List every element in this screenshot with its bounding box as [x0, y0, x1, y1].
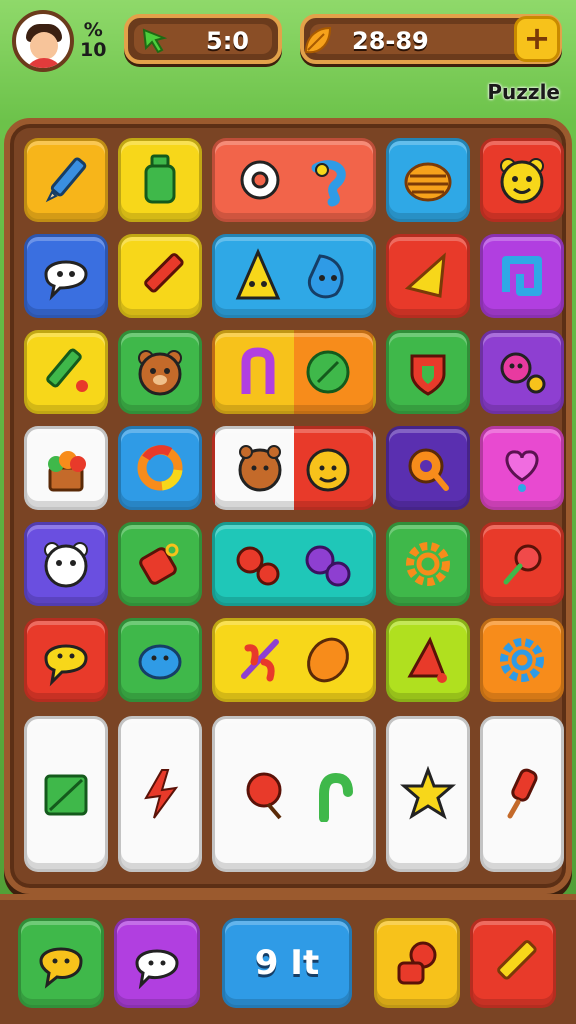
- cone-creatures-icon: [235, 248, 344, 300]
- tile-gear-blue[interactable]: [480, 618, 564, 702]
- tile-lightning[interactable]: [118, 716, 202, 872]
- cat-face-icon: [39, 947, 83, 989]
- lollipop-icon: [503, 544, 542, 585]
- plus-icon: +: [523, 19, 551, 57]
- ring-icon: [137, 445, 183, 491]
- pencil-icon: [45, 157, 87, 203]
- tile-slash-and-seed[interactable]: [212, 618, 376, 702]
- flower-pair-icon: [240, 160, 346, 207]
- star-icon: [400, 766, 456, 820]
- mode-label: Puzzle: [487, 80, 560, 104]
- tile-bear-face-white[interactable]: [24, 522, 108, 606]
- gear-pair-icon: [236, 545, 351, 587]
- tile-shield[interactable]: [386, 330, 470, 414]
- timer-value: 5:0: [206, 27, 249, 55]
- tile-gear[interactable]: [386, 522, 470, 606]
- completion-indicator: % 10: [80, 20, 106, 60]
- tray-item-number-blocks[interactable]: 9 It: [222, 918, 352, 1008]
- tile-turtle[interactable]: [118, 618, 202, 702]
- add-currency-button[interactable]: +: [514, 16, 560, 62]
- tile-ring[interactable]: [118, 426, 202, 510]
- tile-lollipop[interactable]: [480, 522, 564, 606]
- lightning-icon: [144, 769, 179, 819]
- percent-symbol: %: [83, 19, 103, 41]
- tile-heart-balloon[interactable]: [480, 426, 564, 510]
- turtle-icon: [138, 644, 182, 680]
- orange-leaf-icon: [304, 26, 332, 54]
- horn-red-icon: [407, 636, 447, 683]
- timer-panel: 5:0: [124, 14, 282, 64]
- bottle-icon: [144, 154, 176, 204]
- gear-icon: [406, 542, 450, 586]
- robot-icon: [397, 941, 437, 985]
- currency-panel: 28-89 +: [300, 14, 562, 64]
- number-blocks-label: 9 It: [254, 943, 320, 983]
- tile-flower-pair[interactable]: [212, 138, 376, 222]
- tile-bear-pair[interactable]: [212, 426, 376, 510]
- whistle-icon: [408, 448, 449, 491]
- top-hud: % 10 5:0 28-89 + Puzzle: [0, 0, 576, 110]
- letter-and-leaf-icon: [241, 347, 350, 394]
- square-link-icon: [502, 256, 542, 296]
- speech-bubble-icon: [44, 644, 88, 687]
- cupcake-icon: [48, 451, 86, 492]
- tile-horn[interactable]: [386, 234, 470, 318]
- horn-icon: [404, 252, 446, 298]
- tile-bear-face-green[interactable]: [118, 330, 202, 414]
- tile-gear-pair[interactable]: [212, 522, 376, 606]
- ice-pop-icon: [507, 768, 538, 819]
- beehive-icon: [404, 162, 452, 202]
- tile-square-link[interactable]: [480, 234, 564, 318]
- tile-pencil[interactable]: [24, 138, 108, 222]
- tile-purple-critters[interactable]: [480, 330, 564, 414]
- tile-ice-pop[interactable]: [480, 716, 564, 872]
- tray-item-ghost[interactable]: [114, 918, 200, 1008]
- tile-speech-bubble[interactable]: [24, 618, 108, 702]
- purple-critters-icon: [500, 352, 546, 394]
- tile-green-pencil[interactable]: [24, 330, 108, 414]
- lollipop-and-hook-icon: [246, 772, 353, 822]
- tile-whistle[interactable]: [386, 426, 470, 510]
- tray-item-robot[interactable]: [374, 918, 460, 1008]
- tag-icon: [139, 543, 179, 585]
- tile-ghost-face[interactable]: [24, 234, 108, 318]
- item-tray: 9 It: [0, 894, 576, 1024]
- bear-face-icon: [500, 158, 544, 204]
- percent-value: 10: [80, 39, 107, 61]
- white-bear-icon: [44, 542, 88, 588]
- tile-leaf-box[interactable]: [24, 716, 108, 872]
- crayon-icon: [497, 940, 537, 980]
- slash-and-seed-icon: [241, 637, 349, 683]
- player-avatar[interactable]: [12, 10, 74, 72]
- leaf-box-icon: [44, 774, 88, 816]
- tile-cupcake[interactable]: [24, 426, 108, 510]
- heart-balloon-icon: [505, 450, 539, 492]
- green-pencil-icon: [46, 348, 88, 392]
- ghost-face-icon: [44, 260, 88, 301]
- green-arrow-icon: [142, 28, 168, 54]
- currency-value: 28-89: [352, 27, 429, 55]
- puzzle-board: [4, 118, 572, 894]
- ghost-icon: [135, 949, 179, 990]
- tile-lollipop-and-hook[interactable]: [212, 716, 376, 872]
- tile-cone-creatures[interactable]: [212, 234, 376, 318]
- tile-letter-and-leaf[interactable]: [212, 330, 376, 414]
- blue-gear-icon: [500, 638, 544, 682]
- tray-item-cat-face[interactable]: [18, 918, 104, 1008]
- tile-horn-red[interactable]: [386, 618, 470, 702]
- tile-red-pencil[interactable]: [118, 234, 202, 318]
- red-pencil-icon: [144, 253, 184, 293]
- tile-bear-face[interactable]: [480, 138, 564, 222]
- tray-item-crayon[interactable]: [470, 918, 556, 1008]
- tile-tag[interactable]: [118, 522, 202, 606]
- bear-pair-icon: [238, 445, 350, 492]
- tile-star[interactable]: [386, 716, 470, 872]
- shield-icon: [410, 354, 446, 396]
- tile-beehive[interactable]: [386, 138, 470, 222]
- tile-bottle[interactable]: [118, 138, 202, 222]
- bear-face-icon: [138, 350, 182, 396]
